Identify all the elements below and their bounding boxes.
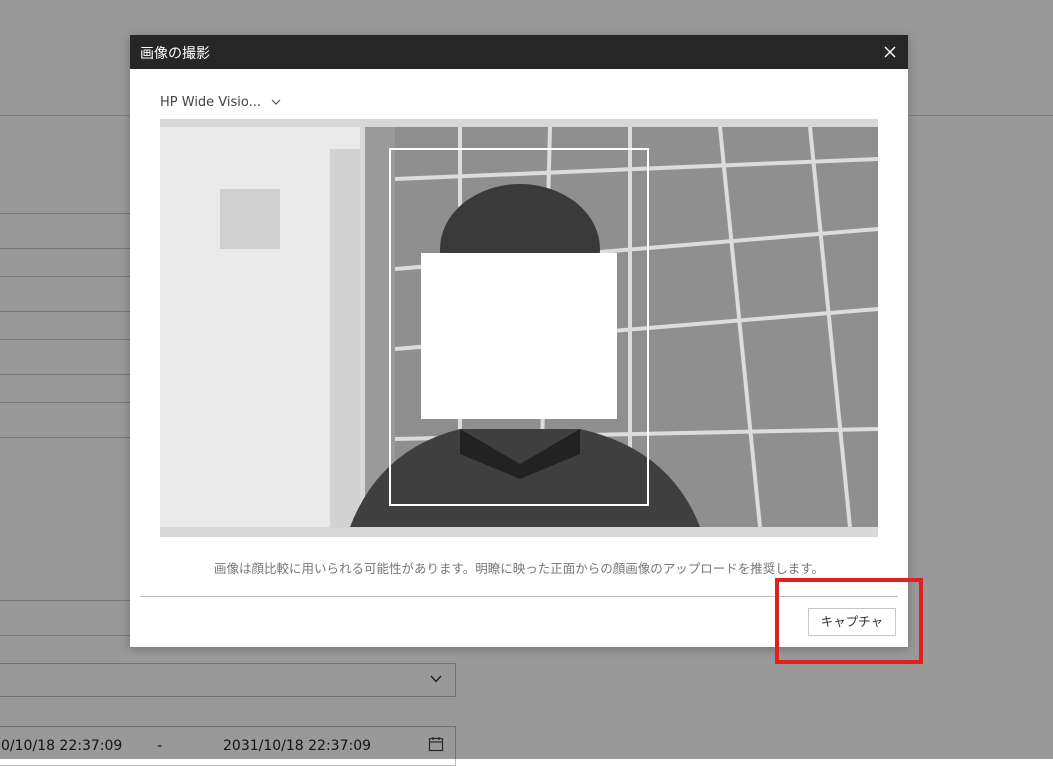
face-image-hint: 画像は顔比較に用いられる可能性があります。明瞭に映った正面からの顔画像のアップロ… (213, 561, 824, 576)
close-icon[interactable] (878, 40, 902, 64)
dialog-header: 画像の撮影 (130, 35, 908, 69)
camera-preview (160, 119, 878, 537)
capture-button-highlight (775, 578, 923, 664)
face-redaction-mask (421, 253, 617, 419)
preview-bottom-strip (160, 528, 878, 537)
chevron-down-icon (271, 99, 281, 105)
camera-select[interactable]: HP Wide Visio... (160, 91, 281, 113)
capture-image-dialog: 画像の撮影 HP Wide Visio... 画像は顔比較に用いられる可能性があ… (130, 35, 908, 647)
camera-select-value: HP Wide Visio... (160, 94, 262, 110)
dialog-title: 画像の撮影 (140, 46, 210, 62)
